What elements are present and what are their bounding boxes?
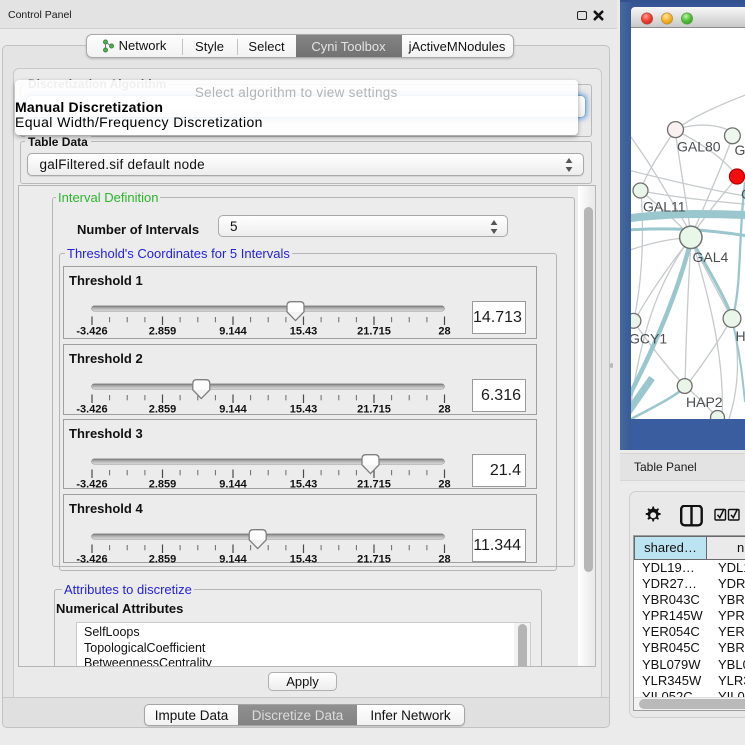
svg-text:2.859: 2.859: [149, 554, 177, 565]
svg-text:28: 28: [438, 404, 450, 416]
svg-text:15.43: 15.43: [290, 326, 318, 338]
svg-text:GAL80: GAL80: [677, 139, 721, 155]
svg-text:GAL…: GAL…: [735, 142, 745, 158]
svg-text:9.144: 9.144: [219, 326, 247, 338]
svg-text:9.144: 9.144: [219, 404, 247, 416]
svg-text:-3.426: -3.426: [76, 326, 107, 338]
svg-text:21.715: 21.715: [357, 404, 391, 416]
svg-text:-3.426: -3.426: [76, 554, 107, 565]
svg-text:GAL11: GAL11: [643, 199, 686, 215]
svg-text:21.715: 21.715: [357, 479, 391, 491]
svg-text:9.144: 9.144: [219, 479, 247, 491]
svg-text:2.859: 2.859: [149, 326, 177, 338]
svg-text:28: 28: [438, 326, 450, 338]
svg-text:15.43: 15.43: [290, 554, 318, 565]
svg-text:28: 28: [438, 554, 450, 565]
svg-text:15.43: 15.43: [290, 404, 318, 416]
svg-text:9.144: 9.144: [219, 554, 247, 565]
svg-text:21.715: 21.715: [357, 326, 391, 338]
svg-text:HA…: HA…: [736, 328, 745, 344]
svg-text:28: 28: [438, 479, 450, 491]
svg-text:-3.426: -3.426: [76, 479, 107, 491]
svg-text:C…: C…: [741, 186, 745, 202]
svg-text:15.43: 15.43: [290, 479, 318, 491]
svg-text:2.859: 2.859: [149, 479, 177, 491]
svg-text:GAL4: GAL4: [693, 249, 729, 265]
svg-text:GCY1: GCY1: [631, 331, 667, 347]
svg-text:-3.426: -3.426: [76, 404, 107, 416]
svg-text:HAP2: HAP2: [686, 394, 723, 410]
svg-text:2.859: 2.859: [149, 404, 177, 416]
svg-text:21.715: 21.715: [357, 554, 391, 565]
